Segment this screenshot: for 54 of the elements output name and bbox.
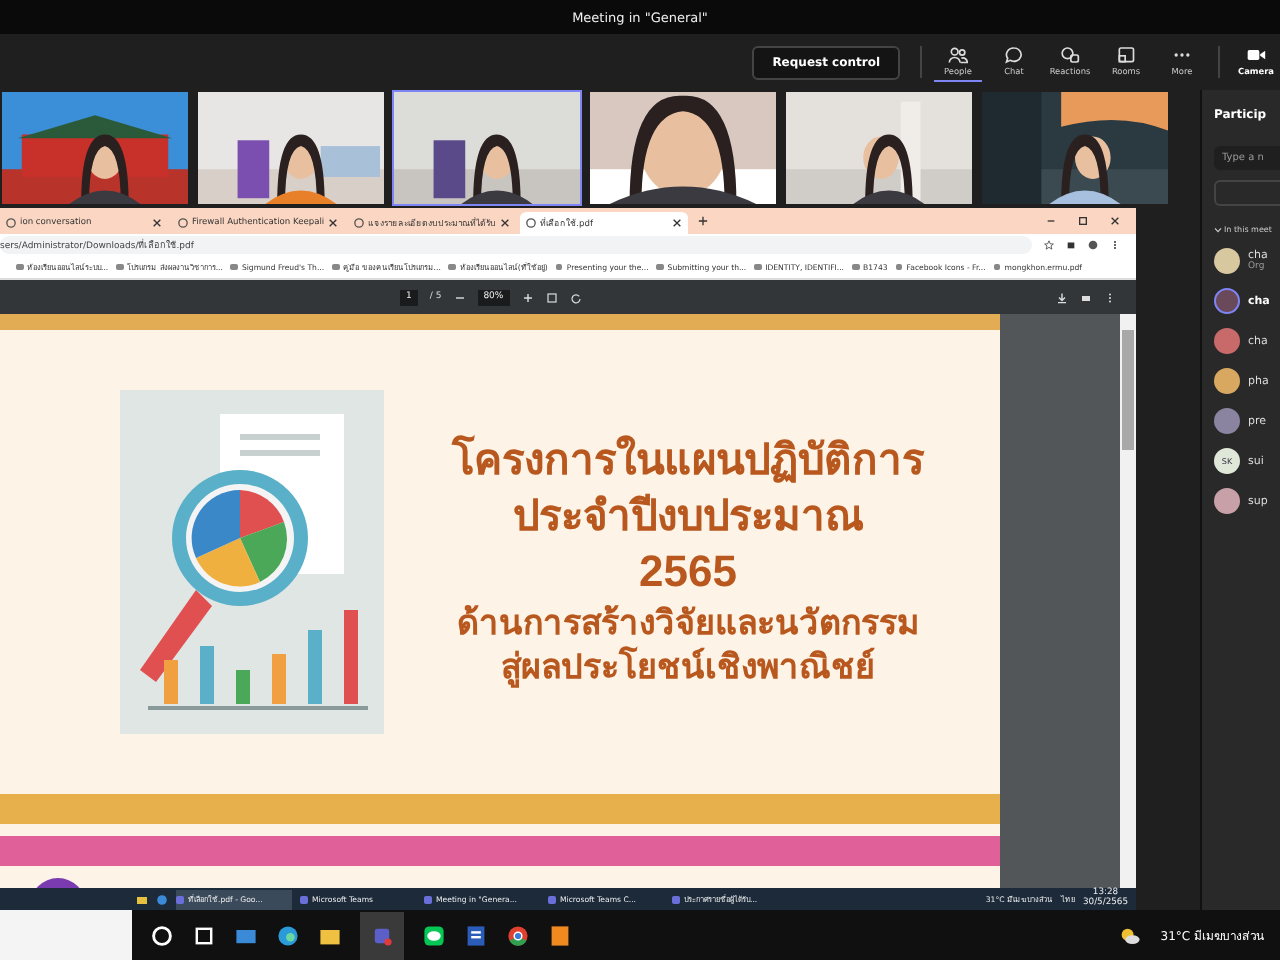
minimize-icon[interactable] [1046,216,1056,226]
slide-subtitle: สู่ผลประโยชน์เชิงพาณิชย์ [501,645,875,690]
chevron-icon[interactable] [1214,225,1222,233]
pie-slice [191,490,240,558]
close-icon[interactable] [500,218,511,228]
text-line [240,450,320,456]
folder-icon[interactable] [136,893,148,905]
close-icon[interactable] [1110,216,1120,226]
star-icon[interactable] [1044,240,1054,250]
slide-subtitle: ด้านการสร้างวิจัยและนวัตกรรม [457,601,919,645]
maximize-icon[interactable] [1078,216,1088,226]
avatar-icon[interactable] [1088,240,1098,250]
close-icon[interactable] [672,218,683,228]
text-line [240,434,320,440]
people-icon [948,46,968,64]
bar [344,610,358,704]
globe-icon [6,218,16,228]
document-icon[interactable] [464,923,488,947]
chat-bubble-icon[interactable] [422,923,446,947]
download-icon[interactable] [1056,291,1068,303]
globe-icon [178,218,188,228]
slide-title: โครงการในแผนปฏิบัติการ [452,434,924,489]
zoom-out-icon[interactable] [453,291,466,303]
fit-page-icon[interactable] [545,291,558,303]
globe-icon [354,218,365,228]
reactions-icon [1060,46,1080,64]
slide-year: 2565 [639,543,737,600]
bar [236,670,250,704]
rotate-icon[interactable] [569,291,582,303]
chrome-icon[interactable] [506,923,530,947]
zoom-in-icon[interactable] [521,291,534,303]
globe-icon [526,218,537,228]
magnifier-handle [140,590,212,682]
camera-icon [1246,46,1266,64]
circle-icon[interactable] [150,923,174,947]
scrollbar[interactable] [1120,314,1136,888]
teams-icon[interactable] [370,923,394,947]
rooms-icon [1116,46,1136,64]
bar [200,646,214,704]
bar [164,660,178,704]
puzzle-icon[interactable] [1066,240,1076,250]
task-view-icon[interactable] [192,923,216,947]
app-icon[interactable] [548,923,572,947]
bar [308,630,322,704]
search-field[interactable] [0,910,132,960]
slide-title: ประจำปีงบประมาณ [513,491,863,544]
bar [272,654,286,704]
pie-slice [240,522,288,582]
browser-icon[interactable] [276,923,300,947]
chat-icon [1004,46,1024,64]
close-icon[interactable] [152,218,162,228]
new-tab-icon[interactable] [698,216,709,226]
weather-icon [1118,923,1143,947]
close-icon[interactable] [328,218,339,228]
